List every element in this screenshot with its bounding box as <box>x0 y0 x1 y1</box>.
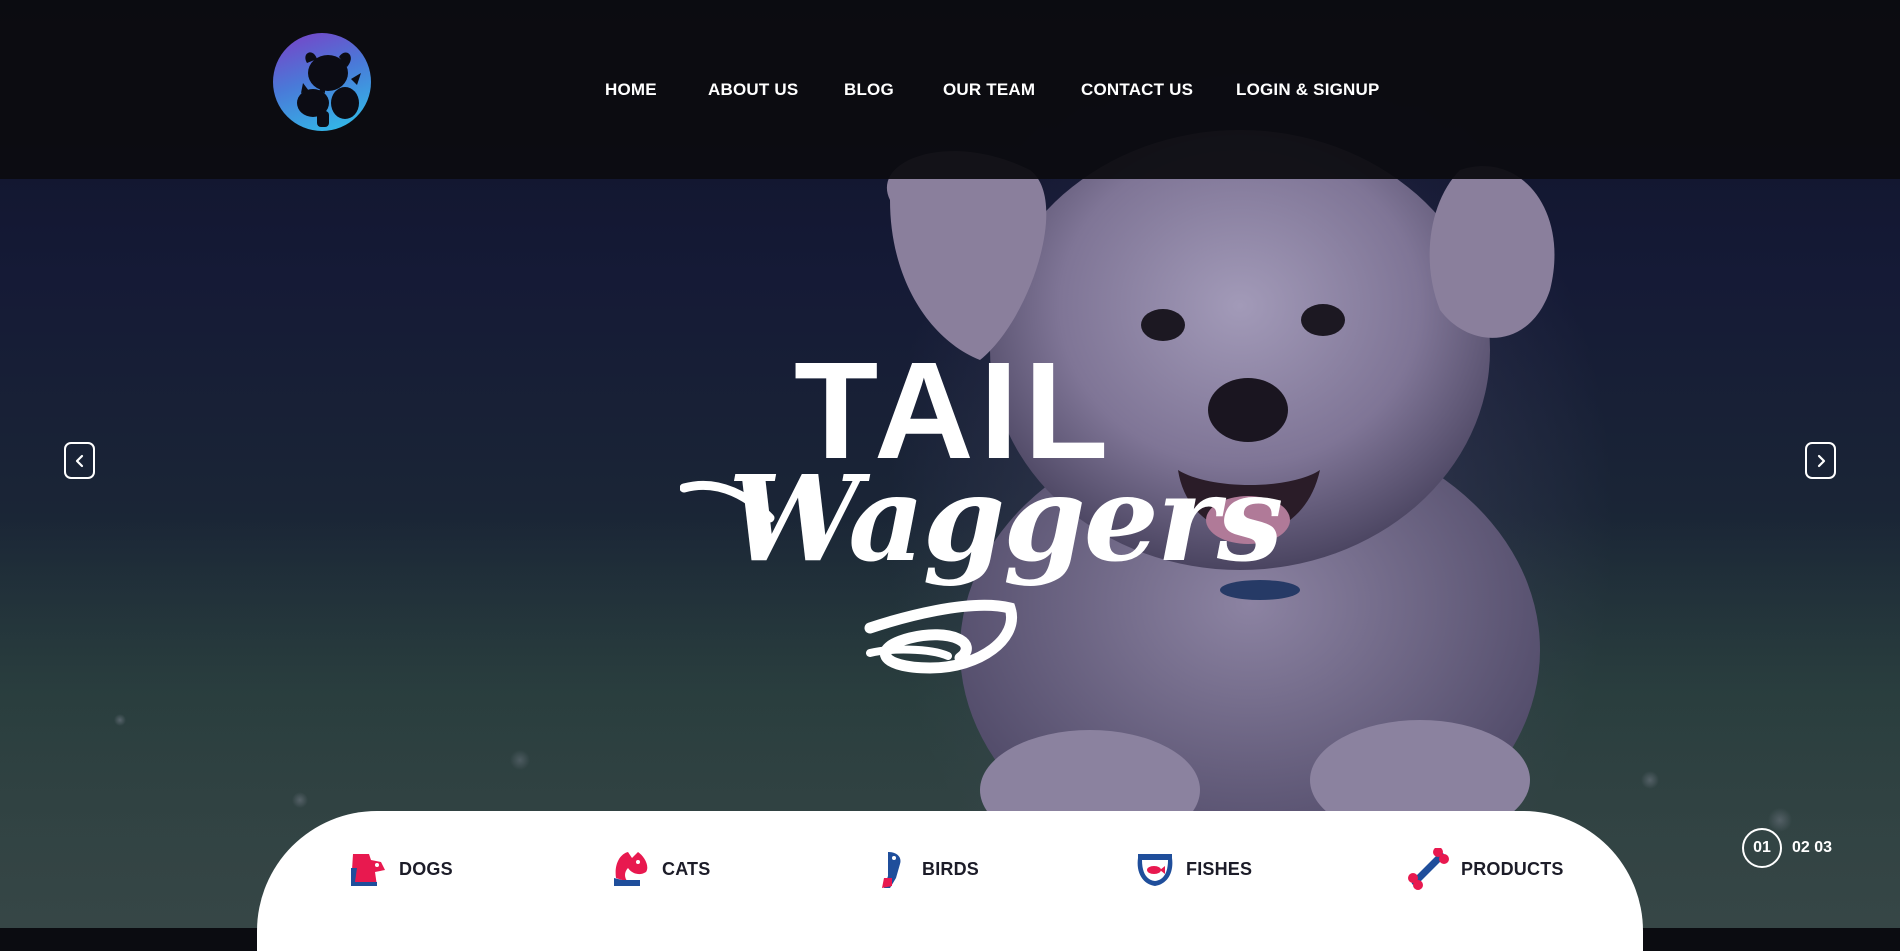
category-birds[interactable]: BIRDS <box>870 847 979 891</box>
nav-our-team[interactable]: OUR TEAM <box>943 80 1035 100</box>
category-label: FISHES <box>1186 858 1253 879</box>
category-products[interactable]: PRODUCTS <box>1405 847 1564 891</box>
category-dogs[interactable]: DOGS <box>347 847 453 891</box>
category-label: DOGS <box>399 858 453 879</box>
chevron-left-icon <box>75 454 83 467</box>
dog-icon <box>351 854 385 886</box>
nav-home[interactable]: HOME <box>605 80 657 100</box>
site-header: HOME ABOUT US BLOG OUR TEAM CONTACT US L… <box>0 0 1900 179</box>
nav-blog[interactable]: BLOG <box>844 80 894 100</box>
title-swash <box>680 480 1017 674</box>
nav-about-us[interactable]: ABOUT US <box>708 80 798 100</box>
prev-slide-button[interactable] <box>64 442 95 479</box>
category-fishes[interactable]: FISHES <box>1134 847 1252 891</box>
bone-icon <box>1408 848 1449 890</box>
category-label: CATS <box>662 858 711 879</box>
chevron-right-icon <box>1817 454 1825 467</box>
nav-login-signup[interactable]: LOGIN & SIGNUP <box>1236 80 1380 100</box>
next-slide-button[interactable] <box>1805 442 1836 479</box>
slide-pagination: 01 02 03 <box>1742 828 1832 868</box>
fish-bowl-icon <box>1137 854 1173 886</box>
other-slides[interactable]: 02 03 <box>1792 839 1832 857</box>
category-cats[interactable]: CATS <box>610 847 710 891</box>
cat-icon <box>614 852 648 886</box>
bird-icon <box>882 852 901 888</box>
category-label: PRODUCTS <box>1461 858 1564 879</box>
nav-contact-us[interactable]: CONTACT US <box>1081 80 1193 100</box>
current-slide-indicator[interactable]: 01 <box>1742 828 1782 868</box>
main-nav: HOME ABOUT US BLOG OUR TEAM CONTACT US L… <box>0 0 1900 179</box>
category-label: BIRDS <box>922 858 980 879</box>
